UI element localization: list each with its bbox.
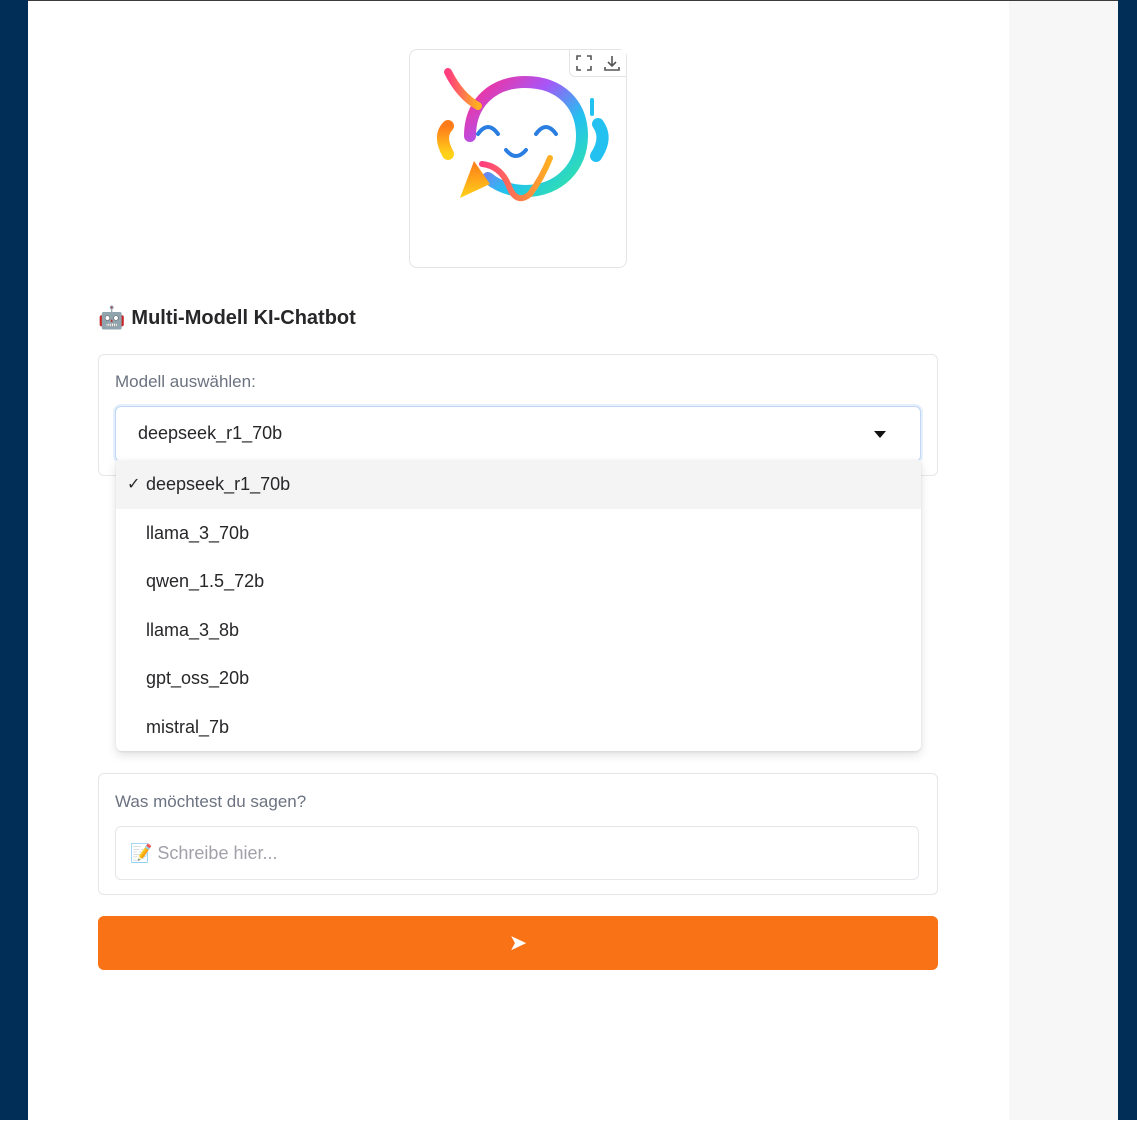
model-option-mistral-7b[interactable]: mistral_7b — [116, 703, 921, 752]
page-title-text: Multi-Modell KI-Chatbot — [131, 307, 356, 329]
model-option-label: llama_3_8b — [146, 619, 240, 640]
message-input[interactable] — [115, 826, 919, 880]
chatbot-logo-icon — [437, 68, 609, 202]
model-select-block: Modell auswählen: deepseek_r1_70b — [98, 354, 938, 476]
checkmark-icon: ✓ — [127, 476, 141, 493]
model-option-deepseek-r1-70b[interactable]: ✓ deepseek_r1_70b — [116, 460, 921, 509]
model-option-label: qwen_1.5_72b — [146, 571, 265, 592]
model-option-llama-3-8b[interactable]: llama_3_8b — [116, 606, 921, 655]
model-option-label: deepseek_r1_70b — [146, 474, 291, 494]
model-select-value: deepseek_r1_70b — [138, 423, 283, 443]
model-option-label: llama_3_70b — [146, 522, 250, 543]
page-background-far-right — [1118, 0, 1137, 1120]
model-select-label: Modell auswählen: — [115, 372, 256, 391]
model-option-gpt-oss-20b[interactable]: gpt_oss_20b — [116, 654, 921, 703]
model-select-dropdown[interactable]: deepseek_r1_70b — [115, 406, 921, 462]
page-background-left — [0, 0, 28, 1120]
model-option-label: mistral_7b — [146, 716, 230, 737]
page-title: 🤖 Multi-Modell KI-Chatbot — [98, 305, 356, 331]
message-label: Was möchtest du sagen? — [115, 792, 307, 811]
send-button[interactable]: ➤ — [98, 916, 938, 970]
model-options-list: ✓ deepseek_r1_70b llama_3_70b qwen_1.5_7… — [116, 460, 921, 751]
caret-down-icon — [874, 431, 886, 438]
model-option-label: gpt_oss_20b — [146, 668, 250, 689]
page-background-right — [1009, 0, 1118, 1120]
logo-image-container — [409, 49, 627, 268]
model-option-llama-3-70b[interactable]: llama_3_70b — [116, 509, 921, 558]
robot-icon: 🤖 — [98, 305, 126, 330]
model-option-qwen-1-5-72b[interactable]: qwen_1.5_72b — [116, 557, 921, 606]
message-block: Was möchtest du sagen? — [98, 773, 938, 895]
